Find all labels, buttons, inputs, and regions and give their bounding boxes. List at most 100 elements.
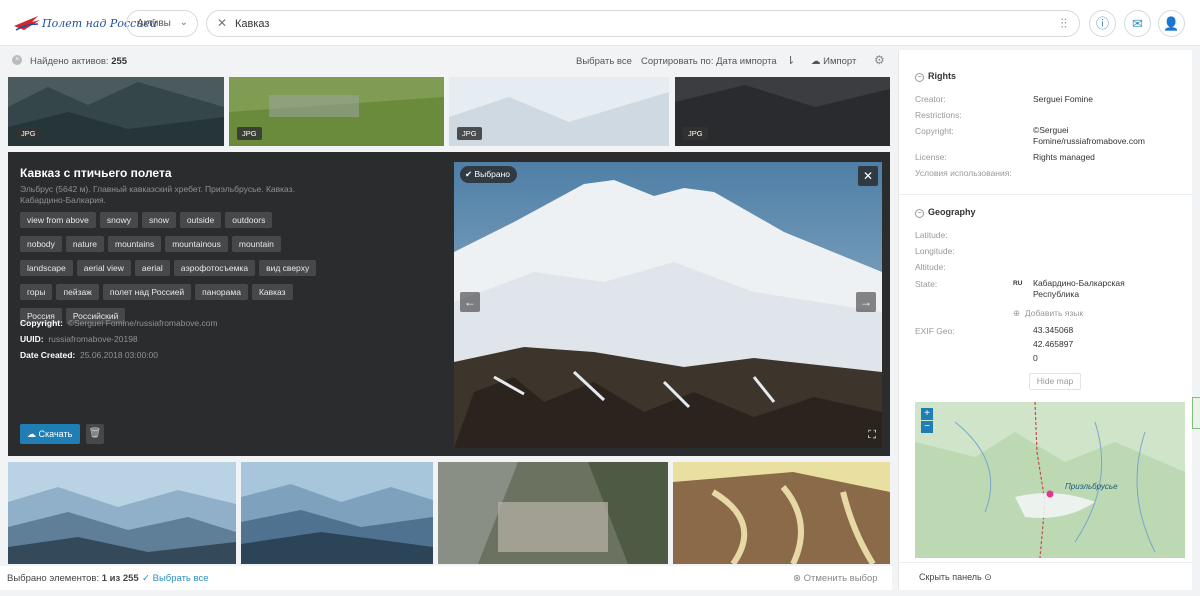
select-all-link[interactable]: ✓ Выбрать все — [142, 573, 209, 584]
info-side-panel: − Rights Creator: Serguei Fomine Restrict… — [898, 50, 1193, 590]
user-icon[interactable]: 👤 — [1158, 10, 1185, 37]
logo[interactable]: Полет над Россией — [12, 12, 157, 34]
selection-bar: Выбрано элементов: 1 из 255 ✓ Выбрать вс… — [0, 566, 892, 590]
altitude-label: Altitude: — [915, 262, 946, 272]
creator-value: Serguei Fomine — [1033, 94, 1094, 104]
tag-list: view from above snowy snow outside outdoors … — [20, 210, 440, 330]
results-count: Найдено активов: 255 — [30, 56, 128, 67]
asset-thumbnail[interactable] — [8, 462, 236, 564]
snow-photo — [449, 77, 669, 146]
selected-badge[interactable]: ✔ Выбрано — [460, 166, 518, 183]
tag[interactable]: snowy — [99, 212, 138, 228]
asset-thumbnail[interactable] — [241, 462, 433, 564]
scope-dropdown[interactable]: Активы ⌄ — [126, 10, 198, 37]
longitude-label: Longitude: — [915, 246, 955, 256]
file-type-badge: JPG — [16, 127, 41, 140]
import-button[interactable]: ☁ Импорт — [811, 56, 856, 67]
tag[interactable]: snow — [141, 212, 176, 228]
blue-ridges-photo — [241, 462, 433, 564]
tag[interactable]: nobody — [20, 236, 62, 252]
tag[interactable]: aerial — [134, 260, 170, 276]
tag[interactable]: пейзаж — [56, 284, 99, 300]
tag[interactable]: outdoors — [225, 212, 273, 228]
asset-detail-panel: Кавказ с птичьего полета Эльбрус (5642 м… — [8, 152, 890, 456]
download-button[interactable]: ☁ Скачать — [20, 424, 80, 444]
scope-label: Активы — [137, 18, 171, 29]
selected-count: Выбрано элементов: 1 из 255 — [7, 573, 139, 584]
tag[interactable]: горы — [20, 284, 53, 300]
collapse-icon[interactable]: × — [12, 55, 22, 65]
divider — [899, 562, 1193, 563]
collapse-icon: − — [915, 73, 924, 82]
copyright-row: Copyright: ©Serguei Fomine/russiafromabo… — [20, 318, 218, 328]
search-input[interactable]: Кавказ — [235, 18, 269, 30]
tag[interactable]: mountainous — [165, 236, 228, 252]
info-icon[interactable]: ⓘ — [1089, 10, 1116, 37]
asset-description: Эльбрус (5642 м). Главный кавказский хре… — [20, 184, 295, 205]
results-toolbar: × Найдено активов: 255 Выбрать все Сорти… — [0, 50, 892, 72]
license-label: License: — [915, 152, 947, 162]
tag[interactable]: полет над Россией — [102, 284, 192, 300]
tag[interactable]: nature — [65, 236, 104, 252]
valley-town-photo — [438, 462, 668, 564]
search-bar[interactable]: ✕ Кавказ ⫶⫶ — [206, 10, 1080, 37]
language-code: RU — [1013, 280, 1023, 287]
map-graphic — [915, 402, 1185, 558]
tag[interactable]: aerial view — [76, 260, 131, 276]
state-label: State: — [915, 279, 938, 289]
panel-handle[interactable] — [1192, 397, 1200, 429]
tag[interactable]: аэрофотосъемка — [173, 260, 256, 276]
tag[interactable]: Кавказ — [251, 284, 293, 300]
sort-order-icon[interactable]: ⇂ — [786, 54, 795, 67]
copyright-value: ©Serguei Fomine/russiafromabove.com — [1033, 125, 1145, 146]
sort-dropdown[interactable]: Сортировать по: Дата импорта — [641, 56, 777, 67]
tag[interactable]: mountains — [108, 236, 162, 252]
plane-logo-icon — [14, 16, 40, 31]
asset-thumbnail[interactable] — [438, 462, 668, 564]
tag[interactable]: mountain — [231, 236, 281, 252]
rights-section-header[interactable]: − Rights — [915, 71, 956, 82]
zoom-out-button[interactable]: − — [921, 421, 933, 433]
asset-thumbnail[interactable] — [673, 462, 890, 564]
inbox-icon[interactable]: ✉ — [1124, 10, 1151, 37]
fullscreen-icon[interactable]: ⛶ — [868, 429, 876, 442]
tag[interactable]: вид сверху — [259, 260, 317, 276]
collapse-icon: − — [915, 209, 924, 218]
exif-latitude: 43.345068 — [1033, 325, 1074, 335]
geography-section-header[interactable]: − Geography — [915, 207, 976, 218]
asset-title: Кавказ с птичьего полета — [20, 166, 172, 180]
hide-panel-button[interactable]: Скрыть панель ⊙ — [919, 572, 992, 583]
creator-label: Creator: — [915, 94, 946, 104]
cancel-selection-link[interactable]: ⊗ Отменить выбор — [793, 573, 878, 584]
zoom-in-button[interactable]: + — [921, 408, 933, 420]
asset-thumbnail[interactable]: JPG — [449, 77, 669, 146]
trash-icon[interactable]: 🗑 — [86, 424, 104, 444]
exif-altitude: 0 — [1033, 353, 1038, 363]
exif-longitude: 42.465897 — [1033, 339, 1074, 349]
riverbed-photo — [673, 462, 890, 564]
state-value: Кабардино-Балкарская Республика — [1033, 278, 1125, 299]
hide-map-button[interactable]: Hide map — [1029, 373, 1081, 390]
file-type-badge: JPG — [457, 127, 482, 140]
tag[interactable]: панорама — [195, 284, 248, 300]
tag[interactable]: outside — [179, 212, 222, 228]
close-icon[interactable]: ✕ — [858, 166, 878, 186]
asset-thumbnail[interactable]: JPG — [229, 77, 444, 146]
close-icon[interactable]: ✕ — [217, 16, 227, 30]
location-map[interactable]: + − Приэльбрусье — [915, 402, 1185, 558]
filters-icon[interactable]: ⫶⫶ — [1061, 16, 1068, 32]
tag[interactable]: view from above — [20, 212, 96, 228]
terms-label: Условия использования: — [915, 168, 1012, 178]
arrow-left-icon[interactable]: ← — [460, 292, 480, 312]
tag[interactable]: landscape — [20, 260, 73, 276]
select-all-link[interactable]: Выбрать все — [576, 56, 632, 67]
asset-preview[interactable]: ✔ Выбрано ✕ ← → ⛶ — [454, 162, 882, 448]
exif-label: EXIF Geo: — [915, 326, 955, 336]
asset-thumbnail[interactable]: JPG — [8, 77, 224, 146]
add-language-link[interactable]: ⊕ Добавить язык — [1013, 308, 1083, 319]
arrow-right-icon[interactable]: → — [856, 292, 876, 312]
asset-thumbnail[interactable]: JPG — [675, 77, 890, 146]
copyright-label: Copyright: — [915, 126, 954, 136]
gear-icon[interactable]: ⚙ — [874, 53, 885, 67]
elbrus-photo — [454, 162, 882, 448]
